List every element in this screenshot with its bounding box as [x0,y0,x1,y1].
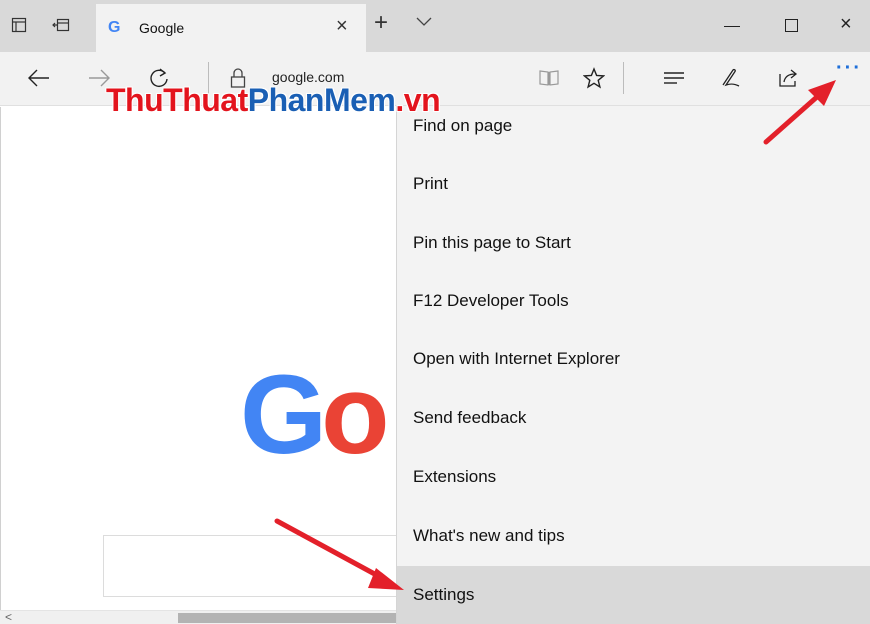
back-arrow-icon[interactable] [24,64,54,92]
pen-icon[interactable] [717,64,745,92]
watermark-logo: ThuThuatPhanMem.vn [106,82,441,118]
scroll-left-arrow-icon[interactable]: < [5,610,12,624]
google-logo: Go [240,352,390,477]
scrollbar-thumb[interactable] [178,613,396,623]
menu-item-open-with-ie[interactable]: Open with Internet Explorer [397,330,870,388]
google-logo-letter-g: G [240,352,327,477]
more-actions-menu: Find on page Print Pin this page to Star… [396,106,870,624]
minimize-button[interactable] [724,26,740,27]
menu-item-label: F12 Developer Tools [413,291,569,310]
book-icon[interactable] [535,64,563,92]
menu-item-settings[interactable]: Settings [397,566,870,624]
menu-item-label: Open with Internet Explorer [413,349,620,368]
google-favicon-icon: G [108,19,121,36]
menu-item-find-on-page[interactable]: Find on page [397,97,870,155]
chevron-down-icon[interactable] [416,14,432,32]
menu-item-label: Extensions [413,467,497,486]
maximize-button[interactable] [785,19,798,32]
more-dots-icon[interactable]: ··· [836,58,862,78]
tab-close-icon[interactable]: × [336,16,348,36]
menu-item-extensions[interactable]: Extensions [397,448,870,506]
tab-google[interactable]: G Google × [96,4,366,52]
window-close-button[interactable]: × [840,12,852,36]
tab-list-icon[interactable] [6,12,32,38]
set-aside-tabs-icon[interactable] [48,12,74,38]
title-bar: G Google × + × [0,0,870,52]
menu-item-label: What's new and tips [413,526,565,545]
menu-item-label: Pin this page to Start [413,233,571,252]
menu-item-whats-new[interactable]: What's new and tips [397,507,870,565]
share-icon[interactable] [775,64,803,92]
plus-icon[interactable]: + [374,10,388,36]
toolbar-separator-2 [623,62,624,94]
menu-item-send-feedback[interactable]: Send feedback [397,389,870,447]
menu-item-label: Print [413,174,448,193]
menu-item-print[interactable]: Print [397,155,870,213]
horizontal-scrollbar[interactable]: < [0,610,396,624]
hub-icon[interactable] [660,64,688,92]
menu-item-pin-to-start[interactable]: Pin this page to Start [397,214,870,272]
menu-item-developer-tools[interactable]: F12 Developer Tools [397,272,870,330]
menu-item-label: Find on page [413,116,513,135]
star-icon[interactable] [580,64,608,92]
menu-item-label: Settings [413,585,475,604]
google-search-input[interactable] [103,535,397,597]
tab-title: Google [139,20,185,36]
menu-item-label: Send feedback [413,408,527,427]
google-logo-letter-o: o [321,352,389,477]
